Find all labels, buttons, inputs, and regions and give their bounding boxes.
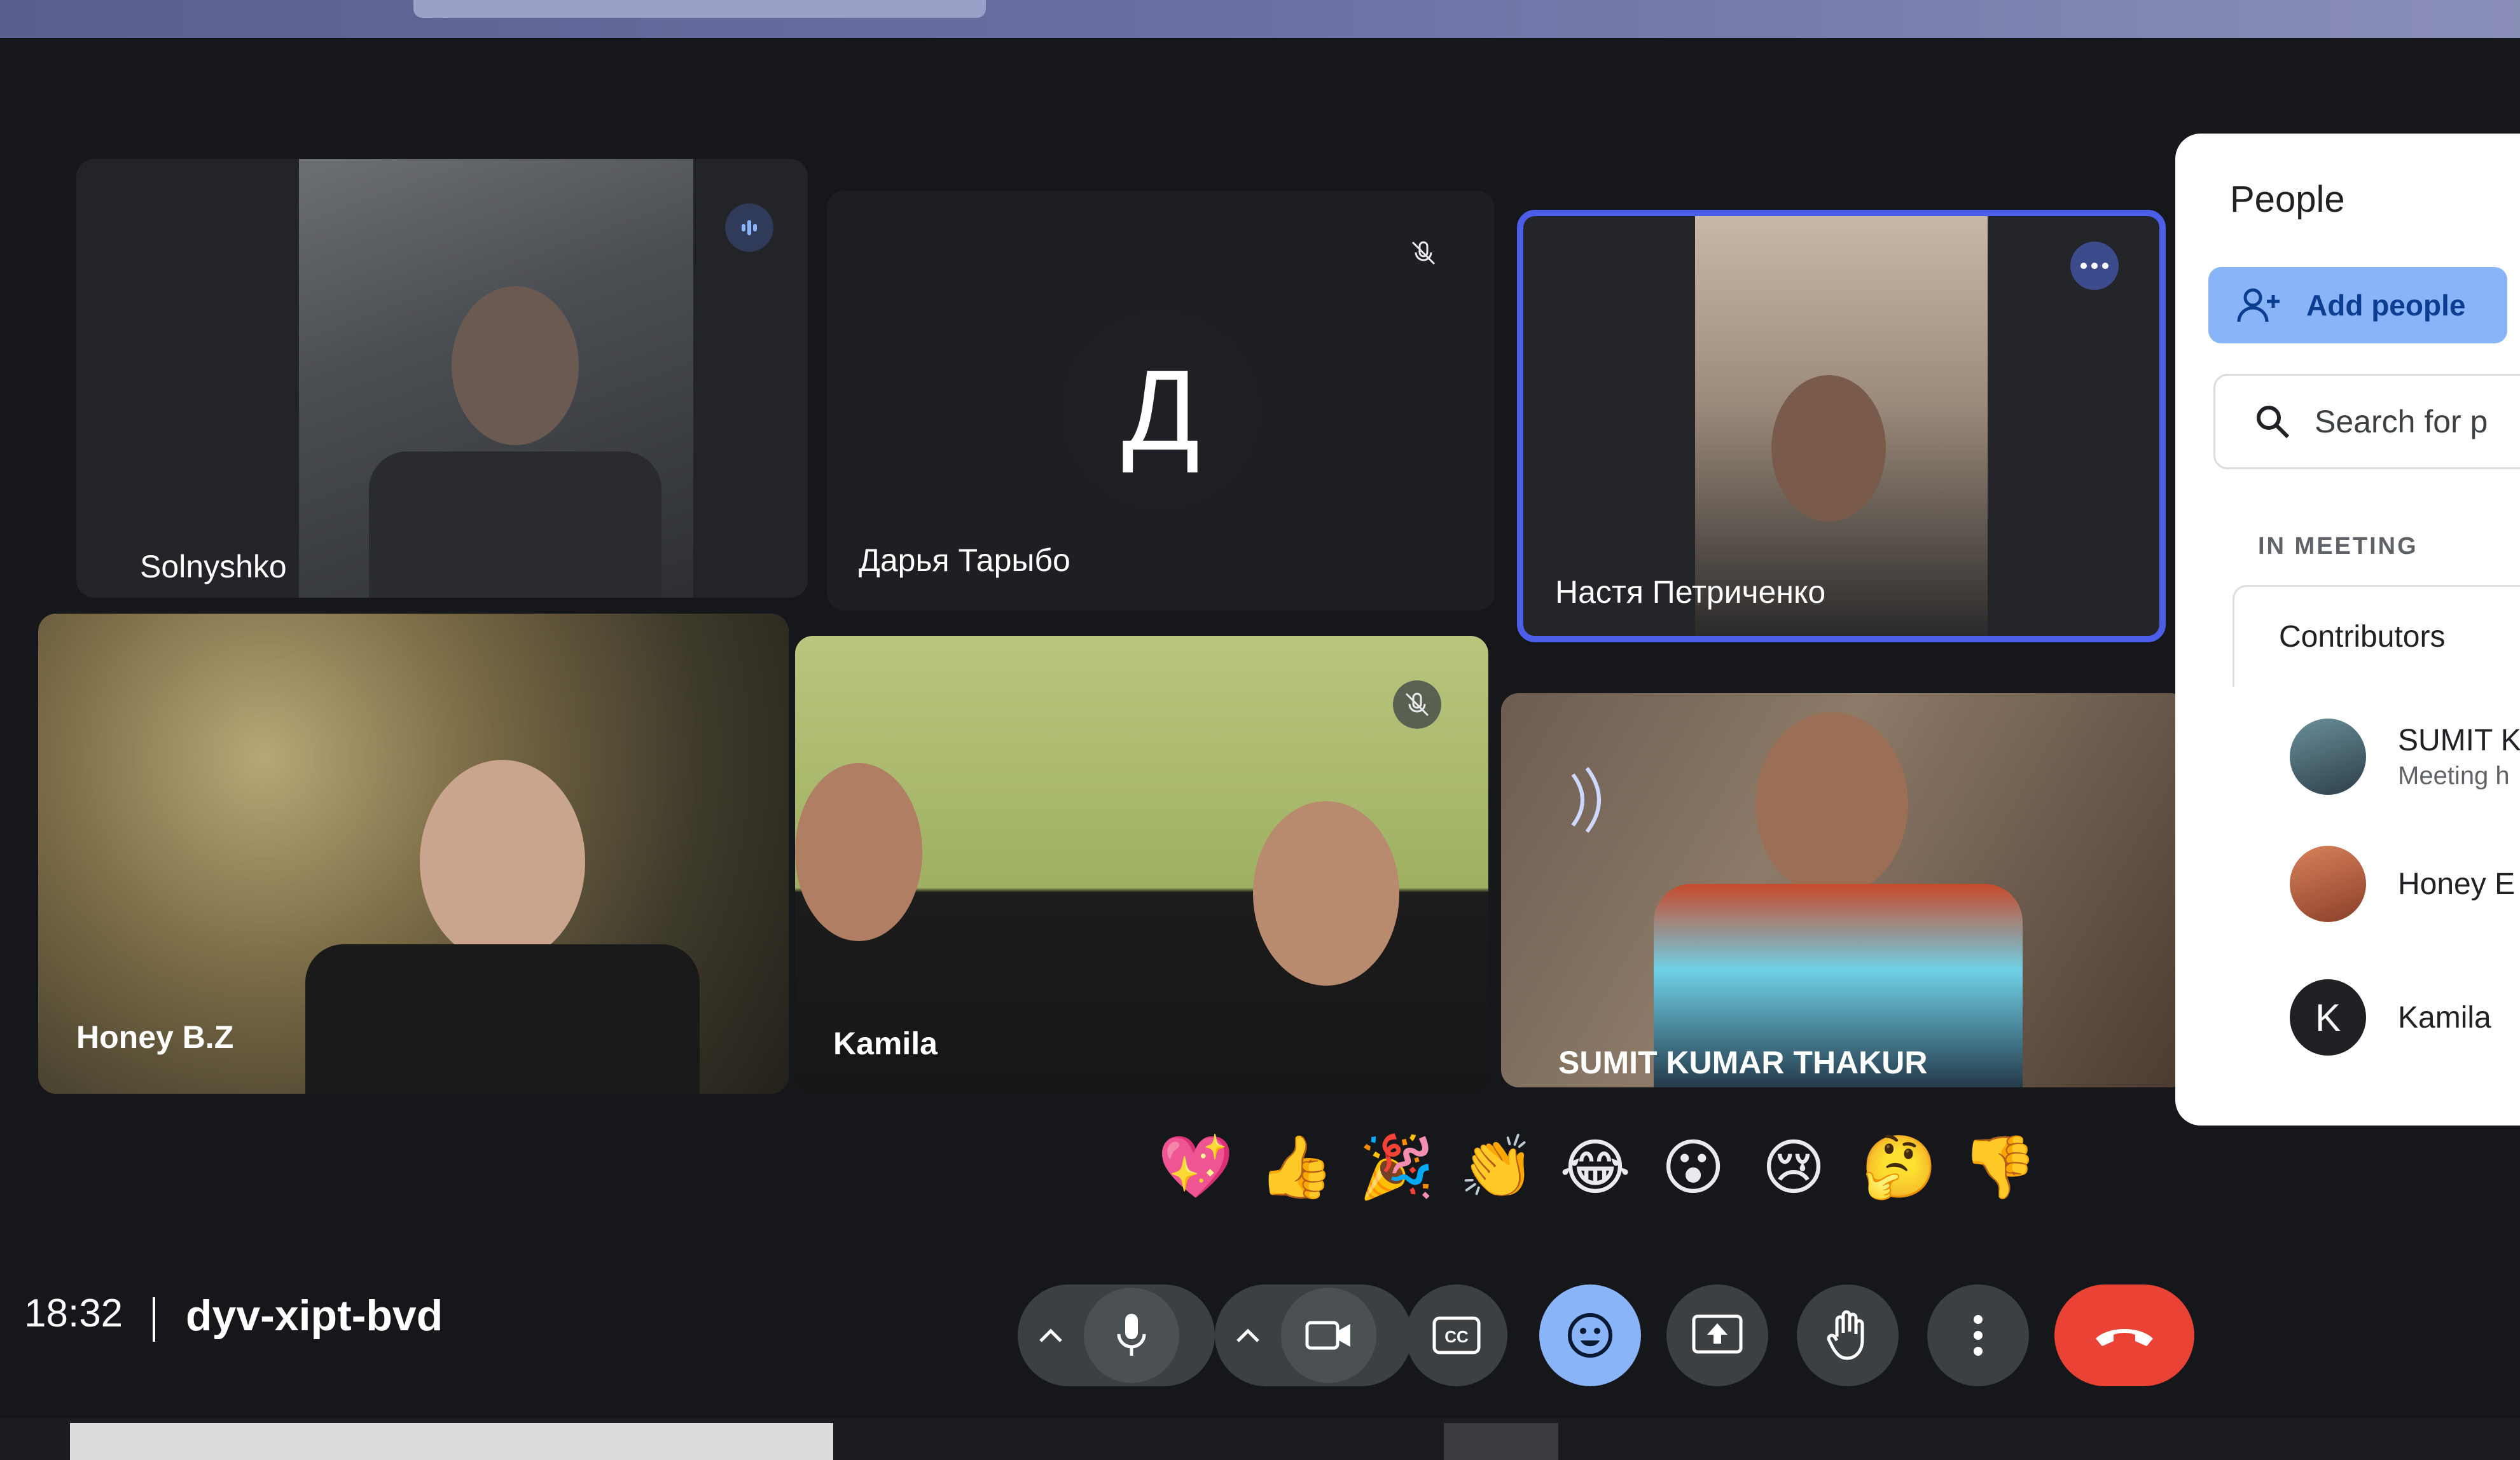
participant-face	[1755, 712, 1908, 897]
people-panel: People Add people Search for p IN MEETIN…	[2175, 134, 2520, 1126]
avatar	[2290, 719, 2366, 795]
emoji-icon	[1568, 1313, 1612, 1358]
add-people-label: Add people	[2306, 289, 2466, 322]
reaction-sparkling-heart[interactable]: 💖	[1158, 1132, 1234, 1203]
mic-button[interactable]	[1084, 1288, 1179, 1383]
browser-top-strip	[0, 0, 2520, 38]
participant-face	[420, 760, 585, 963]
chevron-up-icon[interactable]	[1234, 1326, 1262, 1345]
participant-name: Настя Петриченко	[1555, 574, 1826, 610]
participant-name: Solnyshko	[140, 549, 287, 584]
footer-divider	[153, 1297, 155, 1342]
member-role: Meeting h	[2398, 762, 2510, 790]
in-meeting-label: IN MEETING	[2258, 533, 2418, 560]
participant-name: Honey B.Z	[76, 1019, 234, 1055]
participant-face	[1771, 375, 1886, 521]
add-people-button[interactable]: Add people	[2208, 267, 2507, 343]
member-name: SUMIT KU	[2398, 724, 2520, 757]
audio-level-icon	[725, 203, 773, 252]
reactions-bar: 💖 👍 🎉 👏 😂 😮 😢 🤔 👎	[1158, 1132, 2038, 1203]
participant-face	[1253, 801, 1399, 986]
participant-body	[305, 944, 700, 1094]
reaction-surprised[interactable]: 😮	[1660, 1132, 1726, 1203]
present-button[interactable]	[1666, 1284, 1768, 1386]
avatar	[2290, 846, 2366, 922]
present-icon	[1692, 1314, 1743, 1354]
people-panel-title: People	[2230, 179, 2345, 220]
taskbar-item[interactable]	[1444, 1423, 1558, 1460]
participant-name: Kamila	[833, 1026, 938, 1061]
search-placeholder: Search for p	[2315, 404, 2488, 439]
people-list-item[interactable]: K Kamila	[2290, 979, 2491, 1056]
speaking-indicator-icon	[1565, 767, 1613, 833]
participant-avatar: Д	[1062, 312, 1259, 509]
reaction-thumbs-down[interactable]: 👎	[1962, 1132, 2038, 1203]
participant-body	[369, 451, 661, 598]
chevron-up-icon[interactable]	[1037, 1326, 1065, 1345]
participant-face	[795, 763, 922, 941]
avatar: K	[2290, 979, 2366, 1056]
member-name: Honey E	[2398, 867, 2516, 901]
more-vert-icon	[1974, 1315, 1983, 1356]
camera-button[interactable]	[1281, 1288, 1376, 1383]
add-person-icon	[2237, 288, 2280, 322]
mic-muted-icon	[1399, 229, 1448, 277]
end-call-icon	[2096, 1329, 2153, 1346]
reaction-crying[interactable]: 😢	[1761, 1132, 1827, 1203]
search-icon	[2257, 406, 2290, 439]
member-name: Kamila	[2398, 1000, 2491, 1035]
reaction-clapping[interactable]: 👏	[1459, 1132, 1535, 1203]
taskbar	[0, 1418, 2520, 1460]
reaction-party-popper[interactable]: 🎉	[1359, 1132, 1435, 1203]
participant-face	[452, 286, 579, 445]
contributors-header[interactable]: Contributors	[2233, 585, 2520, 687]
meeting-clock: 18:32	[24, 1291, 123, 1335]
svg-text:CC: CC	[1444, 1327, 1469, 1346]
mic-muted-icon	[1393, 680, 1441, 729]
captions-icon: CC	[1432, 1316, 1481, 1354]
more-options-button[interactable]	[1927, 1284, 2029, 1386]
emoji-reactions-button[interactable]	[1539, 1284, 1641, 1386]
reaction-thumbs-up[interactable]: 👍	[1258, 1132, 1334, 1203]
participant-tile-honey[interactable]: Honey B.Z	[38, 614, 789, 1094]
participant-tile-solnyshko[interactable]: Solnyshko	[76, 159, 808, 598]
address-bar[interactable]	[413, 0, 986, 18]
camera-icon	[1305, 1321, 1350, 1350]
participant-tile-nastya[interactable]: Настя Петриченко	[1517, 210, 2166, 642]
reaction-tears-of-joy[interactable]: 😂	[1560, 1132, 1631, 1203]
leave-call-button[interactable]	[2054, 1284, 2194, 1386]
participant-name: SUMIT KUMAR THAKUR	[1558, 1045, 1928, 1080]
participant-tile-kamila[interactable]: Kamila	[795, 636, 1488, 1094]
more-options-icon[interactable]	[2070, 242, 2119, 290]
raise-hand-button[interactable]	[1797, 1284, 1899, 1386]
people-list-item[interactable]: Honey E	[2290, 846, 2515, 922]
people-list-item[interactable]: SUMIT KU Meeting h	[2290, 719, 2520, 795]
raise-hand-icon	[1827, 1310, 1864, 1360]
meeting-code: dyv-xipt-bvd	[186, 1291, 443, 1340]
reaction-thinking[interactable]: 🤔	[1861, 1132, 1937, 1203]
taskbar-item[interactable]	[70, 1423, 833, 1460]
contributors-label: Contributors	[2279, 620, 2446, 654]
captions-button[interactable]: CC	[1406, 1284, 1507, 1386]
mic-icon	[1117, 1314, 1146, 1356]
people-search-input[interactable]: Search for p	[2213, 374, 2520, 469]
mic-control	[1018, 1284, 1215, 1386]
camera-control	[1215, 1284, 1412, 1386]
participant-name: Дарья Тарыбо	[859, 542, 1070, 578]
participant-tile-sumit[interactable]: SUMIT KUMAR THAKUR	[1501, 693, 2188, 1087]
